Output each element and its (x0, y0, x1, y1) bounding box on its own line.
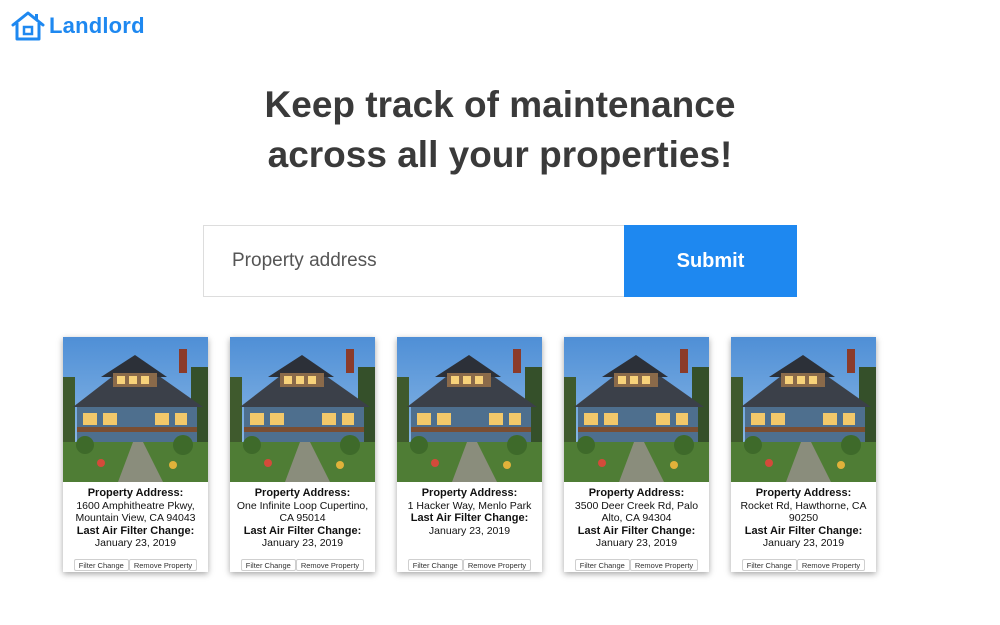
filter-change-button[interactable]: Filter Change (240, 559, 296, 571)
filter-change-date: January 23, 2019 (94, 537, 177, 549)
address-label: Property Address: (254, 487, 351, 499)
property-address: One Infinite Loop Cupertino, CA 95014 (236, 499, 369, 525)
address-label: Property Address: (87, 487, 184, 499)
filter-label: Last Air Filter Change: (744, 524, 863, 537)
property-details: Property Address: 3500 Deer Creek Rd, Pa… (564, 482, 709, 559)
page-headline: Keep track of maintenance across all you… (0, 80, 1000, 180)
property-address: 3500 Deer Creek Rd, Palo Alto, CA 94304 (574, 499, 699, 525)
brand-logo[interactable]: Landlord (11, 10, 145, 42)
property-photo (731, 337, 876, 482)
filter-change-date: January 23, 2019 (762, 537, 845, 549)
filter-change-date: January 23, 2019 (261, 537, 344, 549)
address-label: Property Address: (421, 487, 518, 499)
filter-label: Last Air Filter Change: (243, 524, 362, 537)
property-details: Property Address: Rocket Rd, Hawthorne, … (731, 482, 876, 559)
property-card: Property Address: 3500 Deer Creek Rd, Pa… (564, 337, 709, 572)
property-details: Property Address: 1600 Amphitheatre Pkwy… (63, 482, 208, 559)
property-card: Property Address: One Infinite Loop Cupe… (230, 337, 375, 572)
filter-label: Last Air Filter Change: (410, 512, 529, 524)
house-icon (11, 11, 45, 41)
filter-label: Last Air Filter Change: (577, 524, 696, 537)
brand-name: Landlord (49, 13, 145, 38)
headline-line-2: across all your properties! (267, 134, 733, 175)
filter-change-button[interactable]: Filter Change (741, 559, 797, 571)
property-details: Property Address: One Infinite Loop Cupe… (230, 482, 375, 559)
property-photo (564, 337, 709, 482)
property-card-list: Property Address: 1600 Amphitheatre Pkwy… (63, 337, 898, 572)
card-actions: Filter Change Remove Property (63, 559, 208, 571)
filter-change-button[interactable]: Filter Change (73, 559, 129, 571)
property-card: Property Address: 1600 Amphitheatre Pkwy… (63, 337, 208, 572)
property-photo (230, 337, 375, 482)
card-actions: Filter Change Remove Property (397, 559, 542, 571)
property-card: Property Address: 1 Hacker Way, Menlo Pa… (397, 337, 542, 572)
property-address-input[interactable] (203, 225, 624, 297)
submit-button[interactable]: Submit (624, 225, 797, 297)
remove-property-button[interactable]: Remove Property (128, 559, 198, 571)
remove-property-button[interactable]: Remove Property (796, 559, 866, 571)
card-actions: Filter Change Remove Property (230, 559, 375, 571)
filter-change-date: January 23, 2019 (595, 537, 678, 549)
filter-change-date: January 23, 2019 (428, 524, 511, 537)
filter-change-button[interactable]: Filter Change (407, 559, 463, 571)
property-address: 1 Hacker Way, Menlo Park (407, 499, 532, 512)
filter-change-button[interactable]: Filter Change (574, 559, 630, 571)
remove-property-button[interactable]: Remove Property (629, 559, 699, 571)
address-label: Property Address: (755, 487, 852, 499)
card-actions: Filter Change Remove Property (564, 559, 709, 571)
address-form: Submit (203, 225, 797, 297)
card-actions: Filter Change Remove Property (731, 559, 876, 571)
headline-line-1: Keep track of maintenance (264, 84, 736, 125)
property-photo (397, 337, 542, 482)
property-card: Property Address: Rocket Rd, Hawthorne, … (731, 337, 876, 572)
address-label: Property Address: (588, 487, 685, 499)
property-address: Rocket Rd, Hawthorne, CA 90250 (740, 499, 867, 525)
property-details: Property Address: 1 Hacker Way, Menlo Pa… (397, 482, 542, 559)
remove-property-button[interactable]: Remove Property (295, 559, 365, 571)
property-photo (63, 337, 208, 482)
remove-property-button[interactable]: Remove Property (462, 559, 532, 571)
property-address: 1600 Amphitheatre Pkwy, Mountain View, C… (75, 499, 196, 525)
filter-label: Last Air Filter Change: (76, 524, 195, 537)
